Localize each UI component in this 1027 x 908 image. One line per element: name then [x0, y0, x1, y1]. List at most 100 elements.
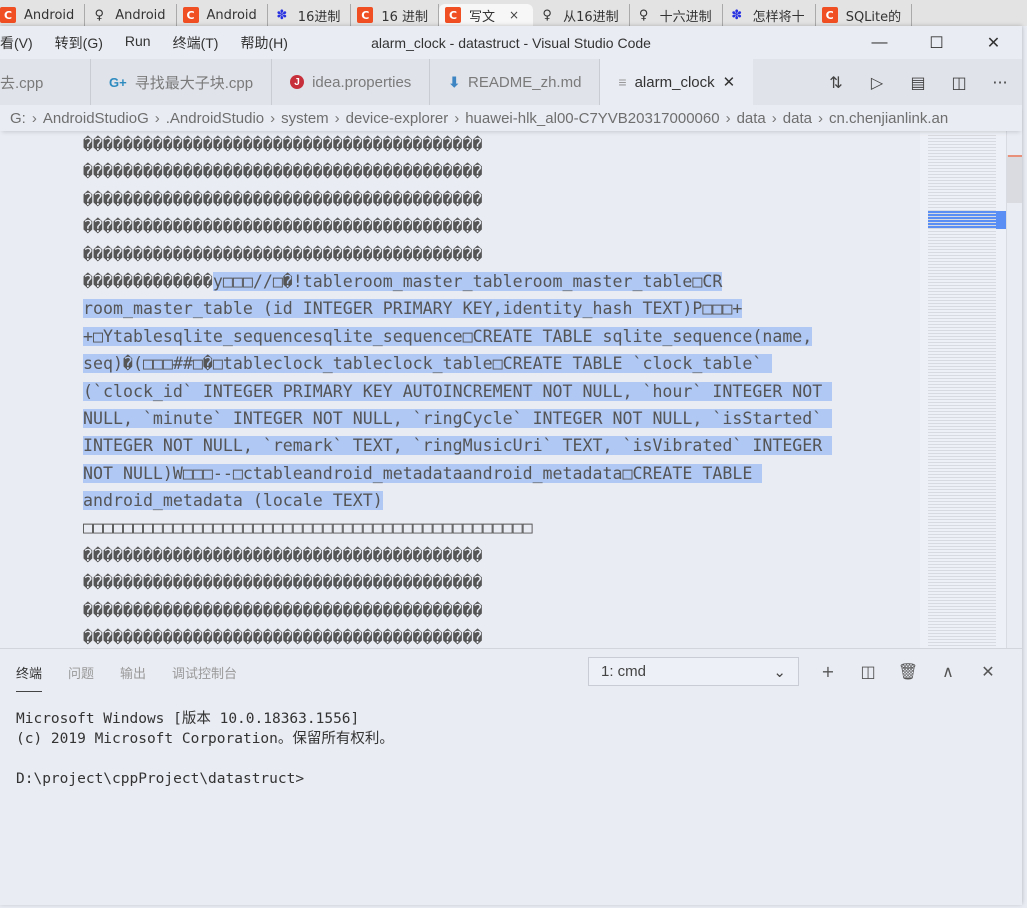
tab-idea-properties[interactable]: J idea.properties: [272, 59, 431, 105]
browser-tab-label: Android: [115, 7, 166, 23]
jianshu-icon: ♀: [94, 7, 105, 23]
minimap-line: [928, 360, 996, 361]
browser-tab-label: 十六进制: [659, 9, 712, 25]
minimap-line: [928, 207, 996, 208]
close-tab-icon[interactable]: ✕: [723, 73, 736, 91]
minimap-line: [928, 414, 996, 415]
scrollbar-thumb[interactable]: [1007, 155, 1022, 203]
breadcrumb-item[interactable]: data: [737, 110, 766, 127]
minimize-button[interactable]: —: [851, 26, 908, 59]
code-line: ����������������������������������������: [83, 542, 918, 569]
menu-view[interactable]: 看(V): [0, 33, 33, 53]
tab-label: 寻找最大子块.cpp: [134, 74, 254, 92]
minimap-line: [928, 573, 996, 574]
minimap-line: [928, 510, 996, 511]
chevron-up-icon[interactable]: ∧: [936, 660, 960, 684]
terminal-output[interactable]: Microsoft Windows [版本 10.0.18363.1556] (c…: [16, 709, 394, 789]
browser-tab[interactable]: C Android: [0, 4, 86, 26]
maximize-button[interactable]: ☐: [908, 26, 965, 59]
minimap-line: [928, 513, 996, 514]
breadcrumb-item[interactable]: huawei-hlk_al00-C7YVB20317000060: [465, 110, 719, 127]
tab-readme[interactable]: ⬇ README_zh.md: [430, 59, 601, 105]
minimap-line: [928, 501, 996, 502]
minimap-line: [928, 588, 996, 589]
vertical-scrollbar[interactable]: [1006, 131, 1022, 648]
split-editor-icon[interactable]: ◫: [947, 70, 971, 94]
tab-cpp-file[interactable]: 去.cpp: [0, 59, 91, 105]
browser-tab[interactable]: C SQLite的: [816, 4, 913, 26]
panel-tab-debug-console[interactable]: 调试控制台: [172, 657, 237, 688]
cpp-file-icon: G+: [109, 74, 127, 90]
browser-tab[interactable]: ✽ 怎样将十: [723, 4, 816, 26]
browser-tab[interactable]: ♀ Android: [85, 4, 177, 26]
minimap-line: [928, 195, 996, 196]
minimap-line: [928, 582, 996, 583]
open-changes-icon[interactable]: ⇅: [824, 70, 848, 94]
panel-tab-problems[interactable]: 问题: [68, 657, 94, 688]
minimap-line: [928, 255, 996, 256]
minimap-line: [928, 546, 996, 547]
more-actions-icon[interactable]: ···: [988, 70, 1012, 94]
minimap-line: [928, 633, 996, 634]
panel-tab-output[interactable]: 输出: [120, 657, 146, 688]
panel-tab-terminal[interactable]: 终端: [16, 657, 43, 692]
minimap-line: [928, 288, 996, 289]
browser-tab[interactable]: C 写文 ×: [439, 4, 534, 26]
minimap[interactable]: [920, 131, 1006, 648]
breadcrumb-item[interactable]: system: [281, 110, 329, 127]
minimap-line: [928, 180, 996, 181]
close-tab-icon[interactable]: ×: [509, 8, 519, 22]
minimap-line: [928, 522, 996, 523]
trash-icon[interactable]: 🗑: [896, 660, 920, 684]
breadcrumb-item[interactable]: .AndroidStudio: [166, 110, 264, 127]
tab-alarm-clock[interactable]: ≡ alarm_clock ✕: [600, 59, 754, 105]
breadcrumb-item[interactable]: data: [783, 110, 812, 127]
minimap-line: [928, 570, 996, 571]
tab-find-max-subblock[interactable]: G+ 寻找最大子块.cpp: [91, 59, 273, 105]
chevron-right-icon: ›: [334, 109, 340, 127]
minimap-line: [928, 552, 996, 553]
minimap-line: [928, 204, 996, 205]
code-text: �������������: [83, 271, 213, 291]
hex-editor-icon[interactable]: ▤: [906, 70, 930, 94]
minimap-line: [928, 609, 996, 610]
browser-tab-label: 怎样将十: [752, 9, 805, 25]
minimap-line: [928, 477, 996, 478]
new-terminal-icon[interactable]: +: [816, 660, 840, 684]
minimap-line: [928, 306, 996, 307]
minimap-line: [928, 216, 996, 217]
menu-run[interactable]: Run: [125, 33, 151, 53]
terminal-line: D:\project\cppProject\datastruct>: [16, 771, 305, 787]
code-content[interactable]: ����������������������������������������…: [83, 131, 918, 648]
terminal-select[interactable]: 1: cmd ⌄: [588, 657, 799, 686]
csdn-icon: C: [182, 7, 199, 23]
menu-terminal[interactable]: 终端(T): [173, 33, 219, 53]
run-icon[interactable]: ▷: [865, 70, 889, 94]
breadcrumb-item[interactable]: AndroidStudioG: [43, 110, 149, 127]
browser-tab[interactable]: C 16 进制: [351, 4, 440, 26]
browser-tab[interactable]: ✽ 16进制: [268, 4, 352, 26]
breadcrumb-item[interactable]: G:: [10, 110, 26, 127]
editor-area[interactable]: ����������������������������������������…: [0, 131, 1022, 648]
minimap-line: [928, 630, 996, 631]
browser-tab[interactable]: C Android: [177, 4, 268, 26]
browser-tab[interactable]: ♀ 从16进制: [533, 4, 630, 26]
minimap-line: [928, 459, 996, 460]
breadcrumb-item[interactable]: cn.chenjianlink.an: [829, 110, 948, 127]
close-panel-icon[interactable]: ✕: [976, 660, 1000, 684]
terminal-line: (c) 2019 Microsoft Corporation。保留所有权利。: [16, 731, 394, 747]
menu-help[interactable]: 帮助(H): [240, 33, 287, 53]
menu-bar: 看(V) 转到(G) Run 终端(T) 帮助(H): [0, 33, 288, 53]
minimap-line: [928, 351, 996, 352]
close-window-button[interactable]: ✕: [965, 26, 1022, 59]
menu-go[interactable]: 转到(G): [55, 33, 103, 53]
minimap-line: [928, 606, 996, 607]
minimap-line: [928, 177, 996, 178]
split-terminal-icon[interactable]: ◫: [856, 660, 880, 684]
minimap-line: [928, 198, 996, 199]
minimap-line: [928, 153, 996, 154]
browser-tab[interactable]: ♀ 十六进制: [630, 4, 723, 26]
breadcrumb-item[interactable]: device-explorer: [346, 110, 449, 127]
chevron-right-icon: ›: [31, 109, 37, 127]
